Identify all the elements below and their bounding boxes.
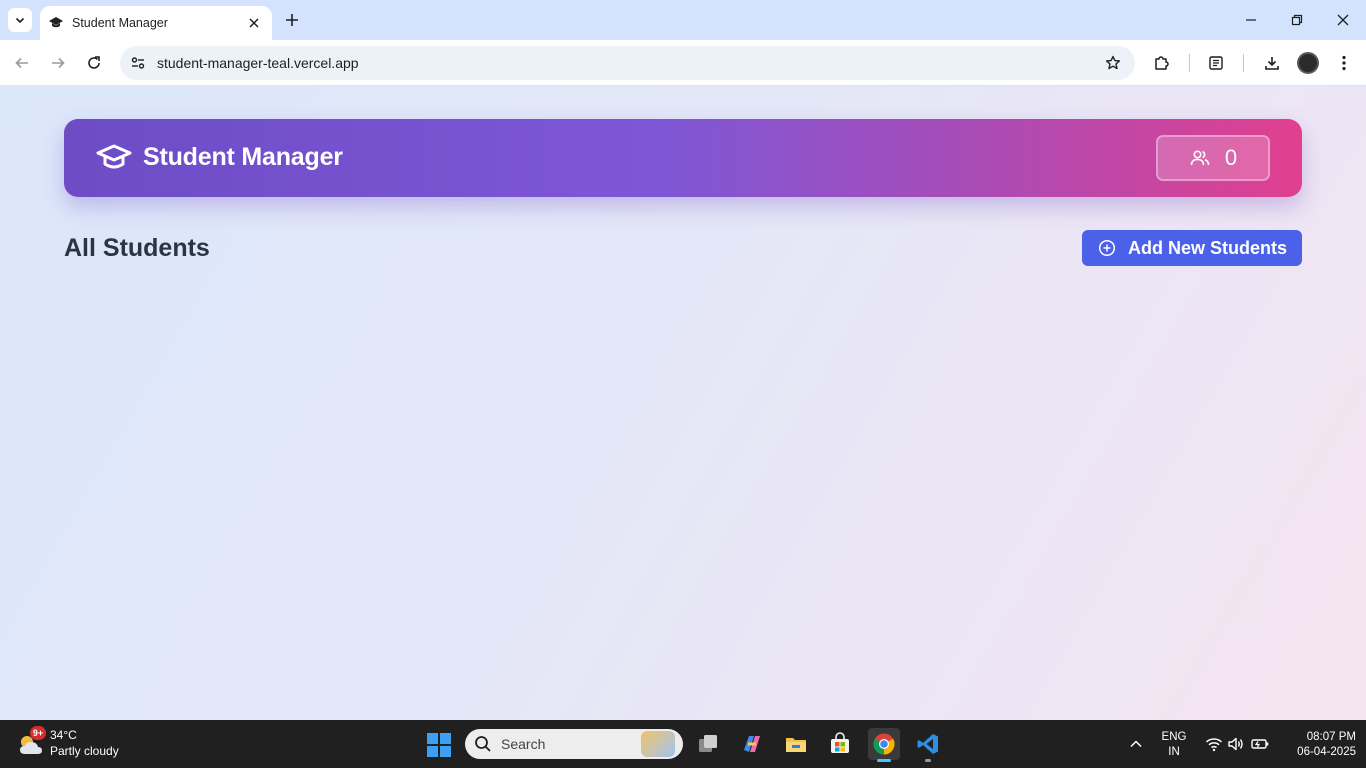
plus-icon	[286, 14, 298, 26]
task-view-icon	[699, 735, 717, 752]
puzzle-icon	[1155, 56, 1169, 70]
active-app-indicator	[877, 759, 891, 762]
chrome-button[interactable]	[868, 728, 900, 762]
url-text[interactable]: student-manager-teal.vercel.app	[157, 55, 1101, 71]
downloads-button[interactable]	[1260, 51, 1284, 75]
weather-badge: 9+	[30, 726, 46, 740]
browser-menu-button[interactable]	[1332, 51, 1356, 75]
more-vertical-icon	[1342, 55, 1346, 71]
tab-search-button[interactable]	[8, 8, 32, 32]
extensions-button[interactable]	[1150, 51, 1174, 75]
vscode-button[interactable]	[912, 728, 944, 762]
minimize-icon	[1246, 19, 1256, 21]
reload-button[interactable]	[82, 51, 106, 75]
taskbar-search[interactable]: Search	[465, 729, 683, 759]
vscode-icon	[917, 734, 938, 754]
address-bar[interactable]: student-manager-teal.vercel.app	[120, 46, 1135, 80]
student-count: 0	[1224, 145, 1238, 170]
close-icon	[1337, 14, 1349, 26]
speaker-icon	[1228, 737, 1243, 751]
search-icon	[473, 734, 493, 754]
forward-button[interactable]	[46, 51, 70, 75]
clock-date: 06-04-2025	[1297, 746, 1356, 758]
plus-circle-icon	[1098, 239, 1116, 257]
windows-start-icon[interactable]	[426, 732, 452, 758]
chevron-down-icon	[15, 17, 25, 24]
weather-condition: Partly cloudy	[50, 744, 119, 758]
arrow-right-icon	[52, 57, 65, 69]
weather-temperature: 34°C	[50, 728, 77, 742]
folder-icon	[786, 738, 806, 752]
add-new-students-button[interactable]: Add New Students	[1082, 230, 1302, 266]
users-icon	[1189, 147, 1211, 169]
close-window-button[interactable]	[1331, 8, 1355, 32]
file-explorer-button[interactable]	[780, 728, 812, 760]
system-clock[interactable]: 08:07 PM 06-04-2025	[1280, 730, 1356, 760]
microsoft-store-button[interactable]	[824, 728, 856, 760]
search-placeholder: Search	[501, 736, 546, 752]
arrow-left-icon	[15, 57, 28, 69]
store-icon	[831, 732, 849, 753]
copilot-icon	[744, 736, 760, 752]
language-code: ENG	[1161, 731, 1187, 743]
chrome-icon	[873, 733, 895, 755]
browser-tab-strip: Student Manager	[0, 0, 1366, 40]
region-code: IN	[1168, 746, 1180, 758]
page-body: Student Manager 0 All Students Add New S…	[0, 87, 1366, 720]
student-count-badge: 0	[1156, 135, 1270, 181]
graduation-cap-icon	[48, 15, 64, 31]
back-button[interactable]	[10, 51, 34, 75]
download-icon	[1265, 57, 1279, 70]
tab-title: Student Manager	[72, 16, 168, 30]
reading-list-icon	[1209, 56, 1223, 70]
restore-icon	[1291, 14, 1303, 26]
copilot-button[interactable]	[736, 728, 768, 760]
task-view-button[interactable]	[692, 728, 724, 760]
site-info-icon[interactable]	[128, 53, 148, 73]
app-header: Student Manager 0	[64, 119, 1302, 197]
add-new-students-label: Add New Students	[1128, 237, 1288, 258]
browser-toolbar: student-manager-teal.vercel.app	[0, 40, 1366, 86]
restore-window-button[interactable]	[1285, 8, 1309, 32]
battery-icon	[1251, 739, 1269, 749]
battery-button[interactable]	[1244, 728, 1276, 760]
app-title: Student Manager	[143, 143, 343, 171]
browser-tab-active[interactable]: Student Manager	[40, 6, 272, 40]
profile-avatar[interactable]	[1297, 52, 1319, 74]
reading-list-button[interactable]	[1204, 51, 1228, 75]
toolbar-divider	[1243, 54, 1244, 72]
chevron-up-icon	[1130, 740, 1142, 748]
minimize-window-button[interactable]	[1239, 8, 1263, 32]
section-title: All Students	[64, 234, 210, 262]
weather-widget[interactable]: 9+ 34°C Partly cloudy	[16, 726, 156, 762]
language-indicator[interactable]: ENG IN	[1158, 730, 1190, 760]
show-hidden-icons-button[interactable]	[1120, 728, 1152, 760]
graduation-cap-icon	[96, 144, 132, 169]
bookmark-star-icon[interactable]	[1101, 51, 1125, 75]
new-tab-button[interactable]	[282, 10, 302, 30]
clock-time: 08:07 PM	[1306, 731, 1356, 743]
toolbar-divider	[1189, 54, 1190, 72]
close-tab-icon[interactable]	[246, 15, 262, 31]
running-app-indicator	[925, 759, 931, 762]
reload-icon	[88, 56, 100, 69]
search-highlight-image	[641, 731, 675, 757]
